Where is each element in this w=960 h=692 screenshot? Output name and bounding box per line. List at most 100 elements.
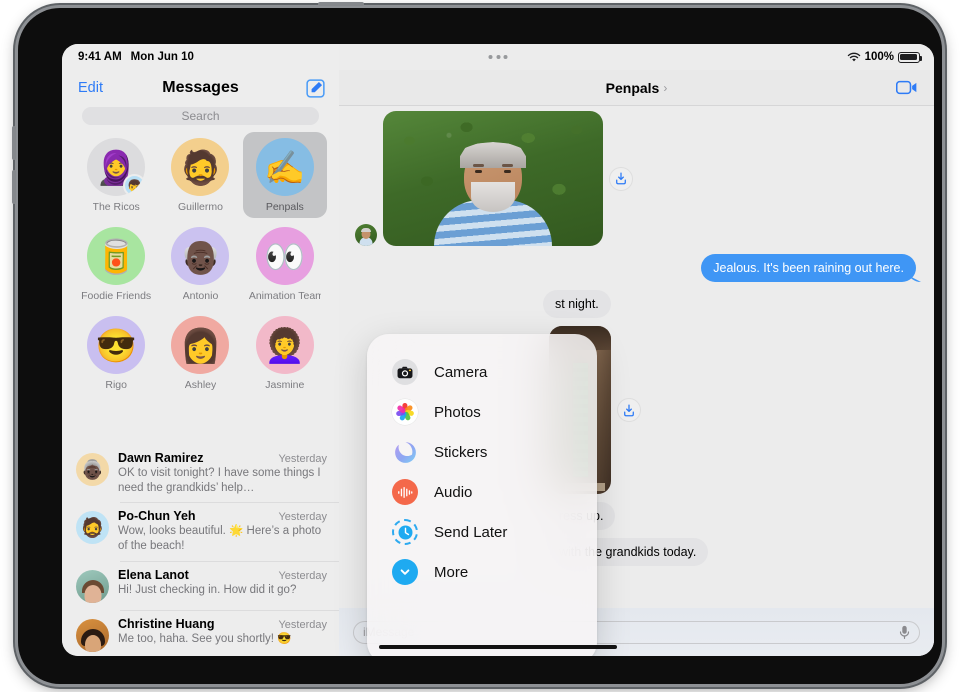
battery-full-icon (898, 51, 923, 63)
avatar: 👴🏿 (171, 227, 230, 285)
pinned-contact-antonio[interactable]: 👴🏿 Antonio (158, 221, 242, 307)
pinned-contact-jasmine[interactable]: 👩‍🦱 Jasmine (243, 310, 327, 396)
status-bar: 9:41 AM Mon Jun 10 100% (62, 44, 934, 70)
pinned-contact-label: Penpals (265, 201, 304, 213)
edit-button[interactable]: Edit (78, 80, 103, 96)
pinned-contact-foodie-friends[interactable]: 🥫 Foodie Friends (74, 221, 158, 307)
camera-icon (392, 359, 418, 385)
conversation-item-body: Po-Chun Yeh Yesterday Wow, looks beautiful… (118, 509, 327, 553)
conversation-list-item[interactable]: 👵🏿 Dawn Ramirez Yesterday OK to visit tonig… (62, 444, 339, 502)
stickers-icon (392, 439, 418, 465)
home-indicator[interactable] (379, 645, 617, 649)
avatar: 🧕 👦 (87, 138, 146, 196)
pinned-contact-penpals[interactable]: ✍️ Penpals (242, 132, 327, 218)
send-later-clock-icon (392, 519, 418, 545)
pinned-contact-label: The Ricos (92, 201, 140, 213)
avatar: 👩‍🦱 (255, 316, 314, 374)
conversation-item-body: Elena Lanot Yesterday Hi! Just checking in… (118, 568, 327, 603)
microphone-icon[interactable] (899, 625, 910, 640)
conversation-list: 👵🏿 Dawn Ramirez Yesterday OK to visit tonig… (62, 444, 339, 656)
conversation-item-body: Christine Huang Yesterday Me too, haha. Se… (118, 617, 327, 652)
pinned-contact-label: Antonio (182, 290, 219, 302)
pinned-contact-guillermo[interactable]: 🧔 Guillermo (158, 132, 242, 218)
conversation-timestamp: Yesterday (278, 453, 327, 465)
attachment-menu-item-audio[interactable]: Audio (367, 472, 597, 512)
avatar: 👀 (255, 227, 314, 285)
status-time: 9:41 AM (78, 51, 122, 63)
avatar (355, 224, 377, 246)
conversation-list-item[interactable]: Christine Huang Yesterday Me too, haha. Se… (62, 609, 339, 656)
message-bubble-outgoing[interactable]: Jealous. It's been raining out here. (701, 254, 916, 282)
wifi-icon (847, 52, 860, 61)
message-row: st night. (355, 290, 916, 318)
save-to-photos-icon[interactable] (617, 398, 641, 422)
page-title: Messages (162, 79, 239, 96)
photo-hedge-selfie (383, 111, 603, 246)
pinned-contact-label: Animation Team (248, 290, 321, 302)
conversation-sender-name: Po-Chun Yeh (118, 509, 196, 524)
status-bar-right: 100% (847, 51, 923, 63)
conversation-item-body: Dawn Ramirez Yesterday OK to visit tonight… (118, 451, 327, 495)
facetime-video-icon[interactable] (895, 80, 918, 95)
conversation-title[interactable]: Penpals › (606, 80, 668, 96)
pinned-contact-animation-team[interactable]: 👀 Animation Team (243, 221, 327, 307)
attachment-menu-item-stickers[interactable]: Stickers (367, 432, 597, 472)
volume-up-button[interactable] (12, 126, 16, 160)
pinned-contact-label: Ashley (184, 379, 217, 391)
conversation-list-item[interactable]: 🧔 Po-Chun Yeh Yesterday Wow, looks beautifu… (62, 502, 339, 560)
ipad-screen: 9:41 AM Mon Jun 10 100% Edit Messages Se… (62, 44, 934, 656)
message-row (355, 111, 916, 246)
battery-percent-label: 100% (864, 51, 894, 63)
avatar: ✍️ (255, 138, 314, 196)
more-chevron-down-icon (392, 559, 418, 585)
avatar: 👩 (171, 316, 230, 374)
conversation-title-label: Penpals (605, 79, 660, 96)
attachment-menu-item-send-later[interactable]: Send Later (367, 512, 597, 552)
attachment-menu-item-label: Send Later (434, 523, 508, 541)
attachment-menu-item-more[interactable]: More (367, 552, 597, 592)
power-button[interactable] (318, 2, 364, 6)
conversation-sender-name: Dawn Ramirez (118, 451, 204, 465)
attachment-menu-item-label: Camera (434, 363, 488, 381)
conversation-timestamp: Yesterday (278, 618, 327, 631)
avatar: 😎 (87, 316, 146, 374)
conversation-header: Penpals › (339, 70, 934, 106)
conversation-timestamp: Yesterday (278, 569, 327, 582)
search-placeholder: Search (181, 109, 220, 123)
avatar: 👵🏿 (76, 453, 109, 486)
photos-app-icon (392, 399, 418, 425)
messages-sidebar: Edit Messages Search 🧕 👦 The Ricos 🧔 Guiller… (62, 44, 339, 656)
volume-down-button[interactable] (12, 170, 16, 204)
pinned-contact-label: Foodie Friends (81, 290, 152, 302)
compose-icon[interactable] (306, 78, 325, 98)
attachment-menu-item-label: More (434, 563, 469, 581)
conversation-list-item[interactable]: Elena Lanot Yesterday Hi! Just checking in… (62, 560, 339, 610)
conversation-preview-text: Me too, haha. See you shortly! 😎 (118, 632, 292, 645)
avatar-secondary: 👦 (123, 174, 146, 196)
avatar (76, 569, 109, 603)
sidebar-header: Edit Messages (62, 70, 339, 106)
conversation-sender-name: Elena Lanot (118, 567, 189, 582)
avatar: 🧔 (76, 511, 109, 545)
status-bar-left: 9:41 AM Mon Jun 10 (78, 51, 194, 63)
attachment-menu-item-label: Photos (434, 403, 481, 421)
audio-waveform-icon (392, 479, 418, 505)
avatar (76, 618, 109, 652)
attachment-menu-item-label: Audio (434, 483, 473, 501)
pinned-contact-the-ricos[interactable]: 🧕 👦 The Ricos (74, 132, 158, 218)
message-bubble-incoming[interactable]: st night. (543, 290, 611, 318)
conversation-preview-text: Wow, looks beautiful. 🌟 Here’s a photo o… (118, 525, 322, 553)
avatar: 🥫 (87, 227, 146, 285)
pinned-contact-label: Rigo (105, 379, 127, 391)
pinned-contact-ashley[interactable]: 👩 Ashley (158, 310, 242, 396)
attachment-menu-item-photos[interactable]: Photos (367, 392, 597, 432)
pinned-contact-label: Jasmine (265, 379, 305, 391)
multitasking-dots-icon[interactable] (488, 55, 508, 59)
search-input[interactable]: Search (82, 107, 319, 125)
attachment-menu-item-camera[interactable]: Camera (367, 352, 597, 392)
pinned-contact-rigo[interactable]: 😎 Rigo (74, 310, 158, 396)
pinned-contact-label: Guillermo (178, 201, 223, 213)
photo-attachment[interactable] (383, 111, 603, 246)
save-to-photos-icon[interactable] (609, 166, 633, 191)
pinned-conversations-grid: 🧕 👦 The Ricos 🧔 Guillermo ✍️ Penpals 🥫 Foodie Fr… (74, 132, 327, 396)
